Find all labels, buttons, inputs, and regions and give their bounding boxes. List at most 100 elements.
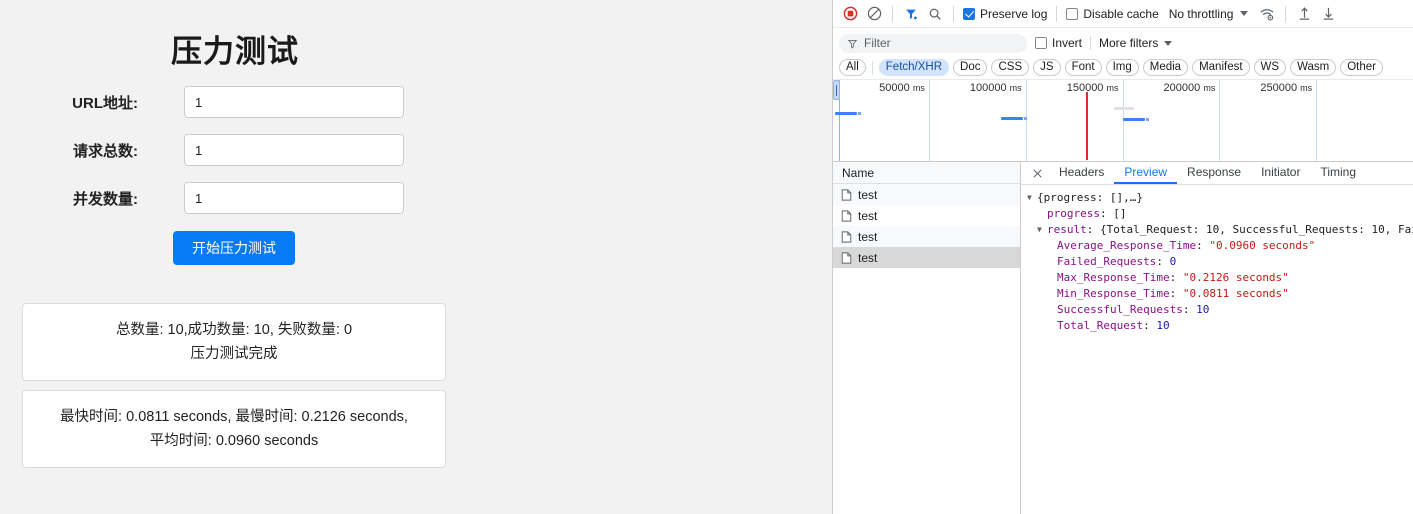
clear-icon[interactable] bbox=[863, 3, 885, 25]
invert-box bbox=[1035, 37, 1047, 49]
form-row-total-requests: 请求总数: bbox=[0, 133, 470, 167]
type-chip-wasm[interactable]: Wasm bbox=[1290, 59, 1336, 76]
close-icon[interactable] bbox=[1025, 162, 1049, 184]
json-field-value: "0.0811 seconds" bbox=[1183, 286, 1289, 302]
json-field-key: Total_Request bbox=[1057, 318, 1143, 334]
chevron-down-icon bbox=[1240, 11, 1248, 16]
more-filters-label: More filters bbox=[1099, 36, 1158, 50]
json-field-key: Max_Response_Time bbox=[1057, 270, 1170, 286]
json-value-progress: [] bbox=[1113, 206, 1126, 222]
request-name: test bbox=[858, 209, 877, 223]
network-overview-timeline[interactable]: 50000 ms100000 ms150000 ms200000 ms25000… bbox=[833, 80, 1413, 162]
request-detail-column: HeadersPreviewResponseInitiatorTiming ▼ … bbox=[1021, 162, 1413, 514]
preserve-log-checkbox[interactable]: Preserve log bbox=[961, 7, 1049, 21]
ruler-tick-label: 200000 ms bbox=[1164, 82, 1216, 94]
type-chip-media[interactable]: Media bbox=[1143, 59, 1188, 76]
type-chip-doc[interactable]: Doc bbox=[953, 59, 987, 76]
disable-cache-checkbox[interactable]: Disable cache bbox=[1064, 7, 1160, 21]
json-field-row: Successful_Requests: 10 bbox=[1027, 302, 1413, 318]
detail-tab-initiator[interactable]: Initiator bbox=[1251, 162, 1310, 184]
import-har-icon[interactable] bbox=[1293, 3, 1315, 25]
throttling-dropdown[interactable]: No throttling bbox=[1169, 7, 1249, 21]
type-chip-other[interactable]: Other bbox=[1340, 59, 1383, 76]
detail-tab-preview[interactable]: Preview bbox=[1114, 162, 1177, 184]
filter-icon[interactable] bbox=[900, 3, 922, 25]
result-summary-status: 压力测试完成 bbox=[35, 342, 433, 366]
timeline-red-marker bbox=[1086, 92, 1088, 160]
network-toolbar: Preserve log Disable cache No throttling bbox=[833, 0, 1413, 28]
request-list: testtesttesttest bbox=[833, 184, 1020, 268]
document-icon bbox=[841, 252, 852, 264]
disclosure-triangle-icon[interactable]: ▼ bbox=[1027, 190, 1037, 206]
form-row-concurrency: 并发数量: bbox=[0, 181, 470, 215]
detail-tab-response[interactable]: Response bbox=[1177, 162, 1251, 184]
request-list-header: Name bbox=[833, 162, 1020, 184]
json-root-preview: {progress: [],…} bbox=[1037, 190, 1143, 206]
request-row[interactable]: test bbox=[833, 247, 1020, 268]
overview-request-bar bbox=[1123, 118, 1145, 121]
start-stress-test-button[interactable]: 开始压力测试 bbox=[173, 231, 295, 265]
page-title: 压力测试 bbox=[0, 26, 470, 71]
request-row[interactable]: test bbox=[833, 226, 1020, 247]
request-row[interactable]: test bbox=[833, 184, 1020, 205]
export-har-icon[interactable] bbox=[1317, 3, 1339, 25]
json-result-preview: {Total_Request: 10, Successful_Requests:… bbox=[1100, 222, 1413, 238]
json-root-row: ▼ {progress: [],…} bbox=[1027, 190, 1413, 206]
throttling-label: No throttling bbox=[1169, 7, 1234, 21]
network-split-view: Name testtesttesttest HeadersPreviewResp… bbox=[833, 162, 1413, 514]
result-timing-minmax: 最快时间: 0.0811 seconds, 最慢时间: 0.2126 secon… bbox=[35, 405, 433, 429]
stress-test-page: 压力测试 URL地址: 请求总数: 并发数量: 开始压力测试 总数量: 10,成… bbox=[0, 0, 832, 514]
network-filter-bar: Filter Invert More filters bbox=[833, 31, 1413, 55]
type-chip-ws[interactable]: WS bbox=[1254, 59, 1287, 76]
overview-request-bar-pending bbox=[1114, 107, 1134, 110]
ruler-tick-label: 250000 ms bbox=[1260, 82, 1312, 94]
result-summary-box: 总数量: 10,成功数量: 10, 失败数量: 0 压力测试完成 bbox=[22, 303, 446, 381]
json-field-value: "0.0960 seconds" bbox=[1209, 238, 1315, 254]
type-chip-all[interactable]: All bbox=[839, 59, 866, 76]
filter-funnel-icon bbox=[847, 38, 858, 49]
toolbar-divider-1 bbox=[892, 6, 893, 22]
total-requests-label: 请求总数: bbox=[0, 140, 138, 161]
json-field-row: Average_Response_Time: "0.0960 seconds" bbox=[1027, 238, 1413, 254]
total-requests-input[interactable] bbox=[184, 134, 404, 166]
json-field-row: Min_Response_Time: "0.0811 seconds" bbox=[1027, 286, 1413, 302]
more-filters-dropdown[interactable]: More filters bbox=[1099, 36, 1172, 50]
document-icon bbox=[841, 189, 852, 201]
disclosure-triangle-icon[interactable]: ▼ bbox=[1037, 222, 1047, 238]
type-chip-css[interactable]: CSS bbox=[991, 59, 1029, 76]
json-progress-row: progress: [] bbox=[1027, 206, 1413, 222]
search-icon[interactable] bbox=[924, 3, 946, 25]
type-chip-manifest[interactable]: Manifest bbox=[1192, 59, 1249, 76]
json-field-row: Failed_Requests: 0 bbox=[1027, 254, 1413, 270]
disable-cache-label: Disable cache bbox=[1083, 7, 1158, 21]
disable-cache-box bbox=[1066, 8, 1078, 20]
concurrency-input[interactable] bbox=[184, 182, 404, 214]
ruler-tick-label: 100000 ms bbox=[970, 82, 1022, 94]
url-input[interactable] bbox=[184, 86, 404, 118]
toolbar-divider-4 bbox=[1285, 6, 1286, 22]
record-stop-icon[interactable] bbox=[839, 3, 861, 25]
filter-placeholder: Filter bbox=[864, 36, 891, 50]
document-icon bbox=[841, 231, 852, 243]
invert-checkbox[interactable]: Invert bbox=[1035, 36, 1082, 50]
detail-tab-timing[interactable]: Timing bbox=[1310, 162, 1366, 184]
request-row[interactable]: test bbox=[833, 205, 1020, 226]
overview-request-bar bbox=[835, 112, 857, 115]
detail-tab-headers[interactable]: Headers bbox=[1049, 162, 1114, 184]
json-field-value: 10 bbox=[1196, 302, 1209, 318]
type-chip-js[interactable]: JS bbox=[1033, 59, 1060, 76]
resource-type-chips: All Fetch/XHRDocCSSJS FontImgMediaManifest… bbox=[833, 56, 1413, 80]
json-preview: ▼ {progress: [],…} progress: [] ▼ result… bbox=[1021, 185, 1413, 514]
request-detail-tabs: HeadersPreviewResponseInitiatorTiming bbox=[1021, 162, 1413, 185]
type-chip-font[interactable]: Font bbox=[1065, 59, 1102, 76]
type-chip-fetch-xhr[interactable]: Fetch/XHR bbox=[879, 59, 949, 76]
request-name: test bbox=[858, 188, 877, 202]
json-field-key: Average_Response_Time bbox=[1057, 238, 1196, 254]
ruler-tick-label: 50000 ms bbox=[879, 82, 925, 94]
wifi-settings-icon[interactable] bbox=[1256, 3, 1278, 25]
filter-input[interactable]: Filter bbox=[839, 34, 1027, 53]
type-chip-img[interactable]: Img bbox=[1106, 59, 1139, 76]
detail-tab-strip: HeadersPreviewResponseInitiatorTiming bbox=[1049, 162, 1366, 184]
preserve-log-box bbox=[963, 8, 975, 20]
document-icon bbox=[841, 210, 852, 222]
